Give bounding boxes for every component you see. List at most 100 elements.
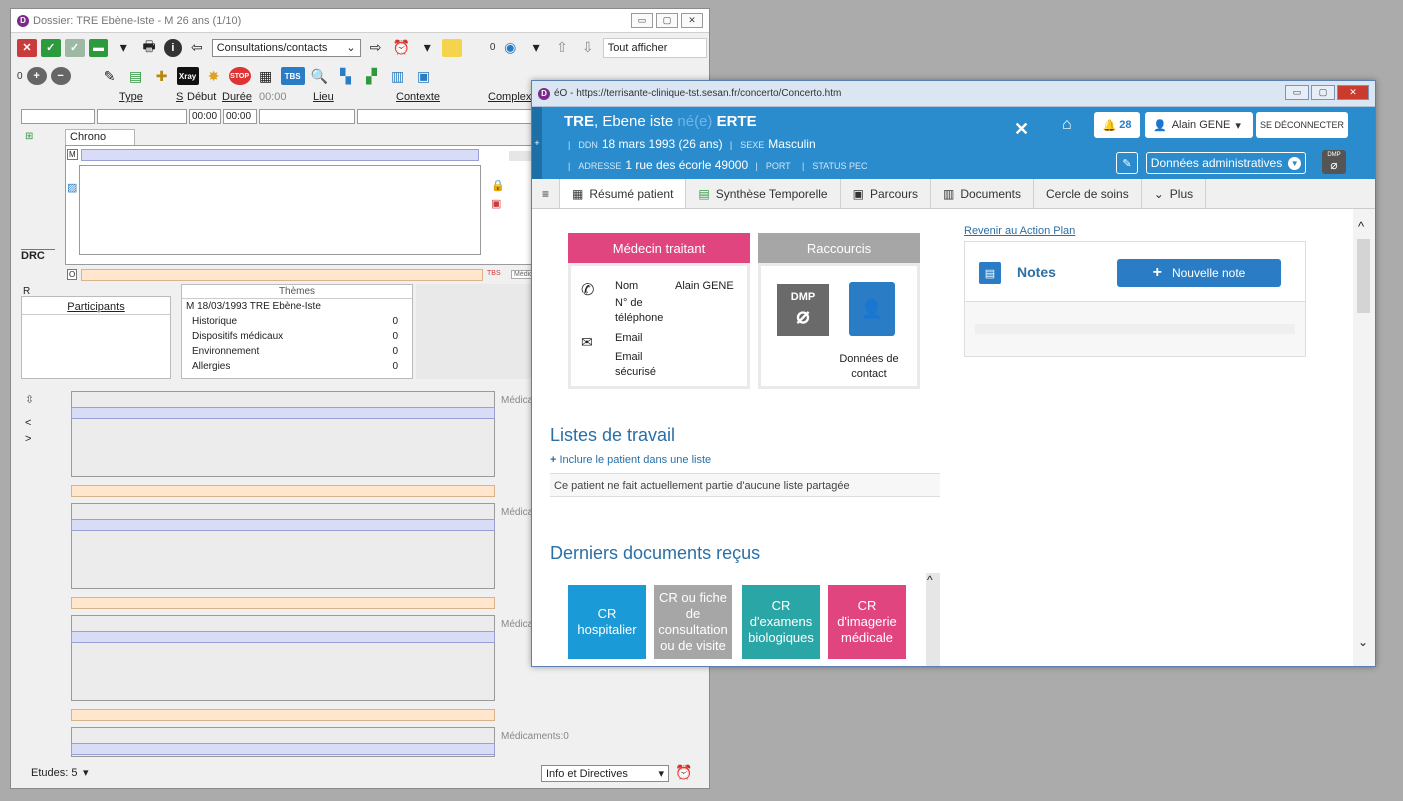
back-arrow-icon[interactable]: ⇦: [186, 38, 208, 58]
globe-icon[interactable]: ◉: [499, 38, 521, 58]
image-icon[interactable]: ▨: [67, 181, 77, 194]
minimize-icon[interactable]: ▭: [1285, 85, 1309, 100]
consult-block[interactable]: [71, 391, 495, 477]
col-lieu[interactable]: Lieu: [313, 91, 334, 103]
consult-bar[interactable]: [71, 407, 495, 419]
menu-icon[interactable]: ≡: [532, 179, 561, 208]
sun-icon[interactable]: ✸: [203, 66, 225, 86]
stop-icon[interactable]: STOP: [228, 67, 251, 85]
theme-item[interactable]: Environnement 0: [182, 344, 412, 359]
chart-icon[interactable]: ▚: [335, 66, 357, 86]
xray-icon[interactable]: Xray: [176, 67, 199, 85]
doc-tile-cr-hospitalier[interactable]: CR hospitalier: [568, 585, 646, 659]
dropdown-arrow-icon[interactable]: ▾: [525, 38, 547, 58]
admin-data-button[interactable]: Données administratives ▼: [1146, 152, 1306, 174]
add-circle-icon[interactable]: +: [26, 67, 47, 85]
up-arrow-icon[interactable]: ⇧: [551, 38, 573, 58]
edit-icon[interactable]: ✎: [1116, 152, 1138, 174]
tab-cercle-de-soins[interactable]: Cercle de soins: [1034, 179, 1142, 208]
dmp-shortcut[interactable]: DMP ⌀: [777, 284, 829, 336]
logout-button[interactable]: SE DÉCONNECTER: [1256, 112, 1348, 138]
col-contexte[interactable]: Contexte: [396, 91, 440, 103]
consult-bar-peach[interactable]: [71, 485, 495, 497]
remove-circle-icon[interactable]: −: [50, 67, 71, 85]
notifications-button[interactable]: 🔔 28: [1094, 112, 1140, 138]
card-icon[interactable]: ▬: [88, 38, 109, 57]
themes-header[interactable]: Thèmes: [182, 285, 412, 299]
delete-icon[interactable]: ✕: [17, 38, 37, 57]
doc-tile-cr-consultation[interactable]: CR ou fiche de consultation ou de visite: [654, 585, 732, 659]
participants-header[interactable]: Participants: [22, 297, 170, 315]
tab-resume-patient[interactable]: ▦ Résumé patient: [560, 179, 687, 208]
side-panel-toggle[interactable]: +: [532, 107, 542, 179]
scroll-thumb[interactable]: [1357, 239, 1370, 313]
print-icon[interactable]: 🖶: [138, 38, 160, 58]
contexte-field[interactable]: [357, 109, 541, 124]
tab-parcours[interactable]: ▣ Parcours: [841, 179, 931, 208]
calendar-icon[interactable]: ▣: [491, 197, 501, 210]
home-icon[interactable]: ⌂: [1062, 116, 1072, 134]
consult-bar[interactable]: [71, 743, 495, 755]
tab-chrono[interactable]: Chrono: [65, 129, 135, 145]
themes-root[interactable]: M 18/03/1993 TRE Ebène-Iste: [182, 299, 412, 314]
theme-item[interactable]: Historique 0: [182, 314, 412, 329]
consult-block[interactable]: [71, 615, 495, 701]
lock-icon[interactable]: 🔒: [491, 179, 505, 192]
prescription-icon[interactable]: ▤: [125, 66, 147, 86]
tab-plus[interactable]: ⌄ Plus: [1142, 179, 1207, 208]
col-s[interactable]: S: [176, 91, 183, 103]
tab-synthese-temporelle[interactable]: ▤ Synthèse Temporelle: [686, 179, 841, 208]
chevron-left[interactable]: <: [25, 417, 31, 429]
alarm-icon[interactable]: ⏰: [675, 764, 692, 781]
contact-shortcut-label[interactable]: Données de contact: [829, 352, 909, 382]
chrono-bar-m[interactable]: [81, 149, 479, 161]
debut-field[interactable]: 00:00: [189, 109, 221, 124]
contact-book-icon[interactable]: 👤: [849, 282, 895, 336]
scroll-down-icon[interactable]: ⌄: [1358, 635, 1368, 649]
collapse-icon[interactable]: ⇳: [25, 393, 34, 406]
tab-documents[interactable]: ▥ Documents: [931, 179, 1035, 208]
consult-bar-peach[interactable]: [71, 709, 495, 721]
documents-scrollbar[interactable]: ^: [926, 573, 940, 666]
user-menu[interactable]: 👤 Alain GENE ▾: [1145, 112, 1253, 138]
consult-bar[interactable]: [71, 519, 495, 531]
content-scrollbar[interactable]: ^ ⌄: [1353, 209, 1375, 666]
dropdown-arrow-icon[interactable]: ▾: [416, 38, 438, 58]
dmp-icon[interactable]: DMP ⌀: [1322, 150, 1346, 174]
consultations-select[interactable]: Consultations/contacts ⌄: [211, 38, 361, 57]
sticky-note-icon[interactable]: [442, 38, 462, 57]
theme-item[interactable]: Allergies 0: [182, 359, 412, 374]
down-arrow-icon[interactable]: ⇩: [577, 38, 599, 58]
theme-item[interactable]: Dispositifs médicaux 0: [182, 329, 412, 344]
alarm-clock-icon[interactable]: ⏰: [390, 38, 412, 58]
doc-tile-cr-biologie[interactable]: CR d'examens biologiques: [742, 585, 820, 659]
info-icon[interactable]: i: [164, 38, 182, 57]
minimize-icon[interactable]: ▭: [631, 13, 653, 28]
doc-tile-cr-imagerie[interactable]: CR d'imagerie médicale: [828, 585, 906, 659]
scroll-up-icon[interactable]: ^: [1358, 219, 1364, 234]
chrono-text-area[interactable]: [79, 165, 481, 255]
etudes-label[interactable]: Etudes: 5: [31, 767, 77, 779]
calculator-icon[interactable]: ▦: [255, 66, 277, 86]
chevron-up-icon[interactable]: ^: [926, 573, 933, 587]
syringe-icon[interactable]: ✚: [151, 66, 173, 86]
consult-block[interactable]: [71, 503, 495, 589]
forward-arrow-icon[interactable]: ⇨: [365, 38, 387, 58]
expand-icon[interactable]: ⊞: [25, 131, 33, 142]
pen-icon[interactable]: ✎: [99, 66, 121, 86]
chevron-right[interactable]: >: [25, 433, 31, 445]
col-duree[interactable]: Durée: [222, 91, 252, 103]
s-field[interactable]: [97, 109, 187, 124]
tbs-icon[interactable]: TBS: [280, 67, 305, 85]
col-debut[interactable]: Début: [187, 91, 216, 103]
folder-icon[interactable]: ▣: [413, 66, 435, 86]
type-field[interactable]: [21, 109, 95, 124]
duree-field[interactable]: 00:00: [223, 109, 257, 124]
etudes-dropdown-icon[interactable]: ▾: [83, 766, 89, 779]
maximize-icon[interactable]: ▢: [656, 13, 678, 28]
search-icon[interactable]: 🔍: [309, 66, 331, 86]
consult-bar[interactable]: [71, 631, 495, 643]
col-type[interactable]: Type: [119, 91, 143, 103]
dropdown-arrow-icon[interactable]: ▾: [112, 38, 134, 58]
lieu-field[interactable]: [259, 109, 355, 124]
